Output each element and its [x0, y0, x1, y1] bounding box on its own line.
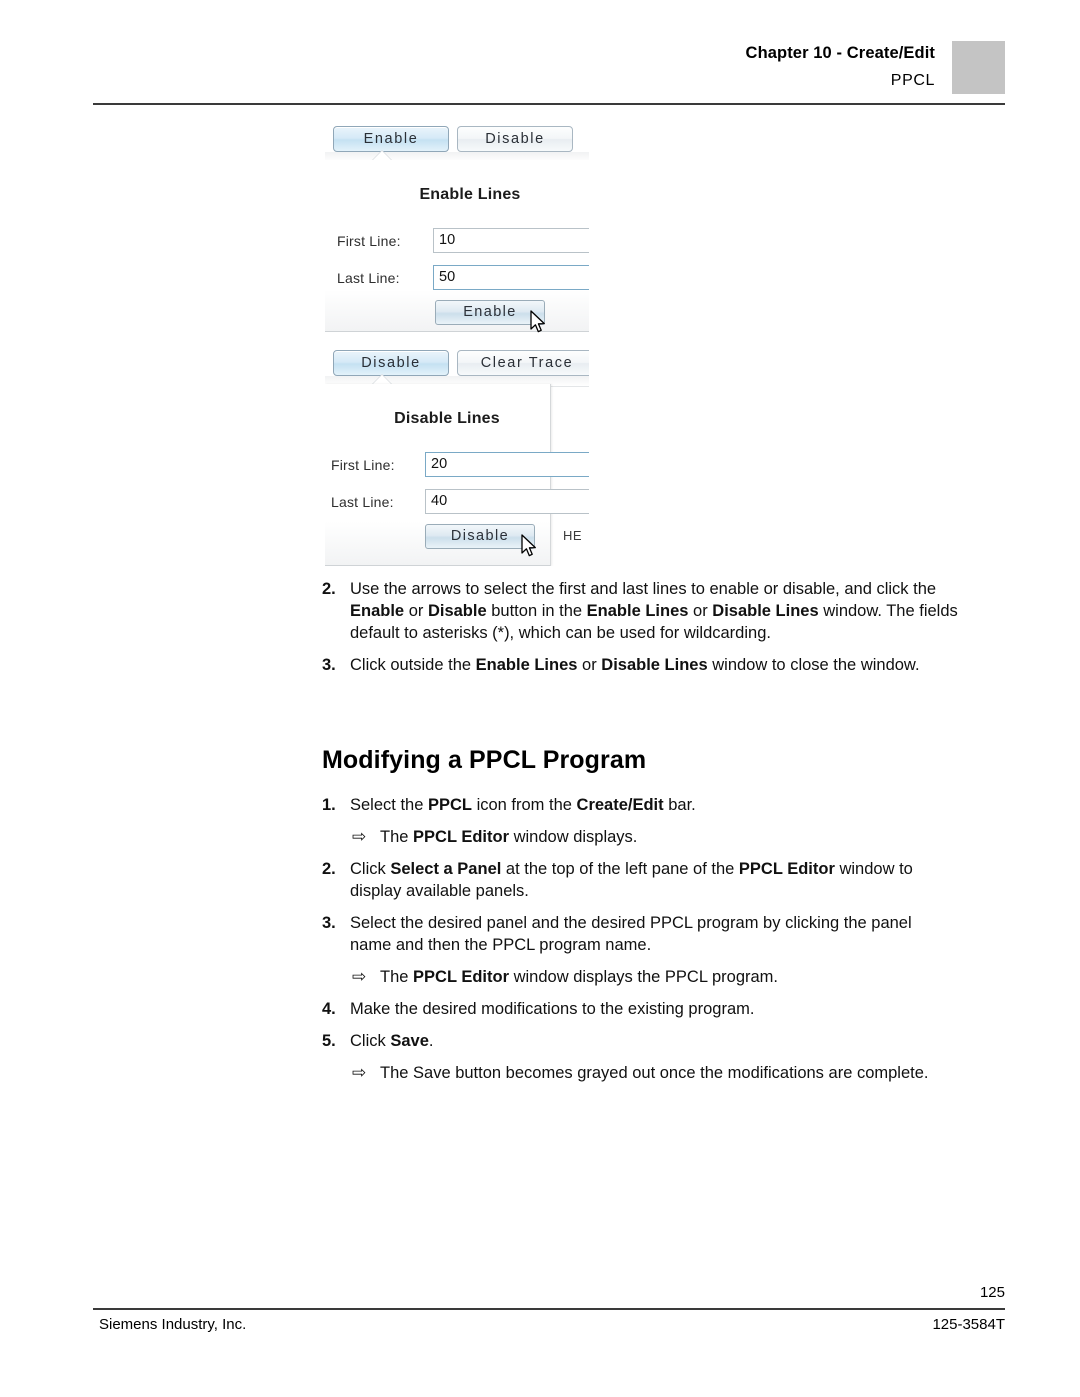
disable-lines-popup-title: Disable Lines [394, 410, 500, 427]
enable-last-line-stepper[interactable] [433, 265, 589, 290]
disable-lines-popup: Disable Lines First Line: Last Line: [325, 384, 589, 566]
enable-last-line-label: Last Line: [337, 270, 400, 286]
enable-lines-popup: Enable Lines First Line: Last Line: [325, 160, 589, 334]
enable-toolbar: Enable Disable [325, 124, 589, 163]
text-line: Enable or Disable button in the Enable L… [350, 602, 958, 620]
enable-last-line-input[interactable] [433, 265, 589, 290]
step-number: 5. [322, 1032, 336, 1050]
enable-action-button[interactable]: Enable [435, 300, 545, 325]
disable-toolbar: Disable Clear Trace [325, 348, 589, 387]
footer-divider [93, 1308, 1005, 1310]
text-line: Make the desired modifications to the ex… [350, 1000, 755, 1018]
enable-lines-screenshot-panel: Enable Disable Enable Lines First Line: … [325, 124, 589, 338]
text-line: Click outside the Enable Lines or Disabl… [350, 656, 920, 674]
text-line: The Save button becomes grayed out once … [380, 1064, 929, 1082]
text-line: default to asterisks (*), which can be u… [350, 624, 771, 642]
step-text: Use the arrows to select the first and l… [350, 578, 1005, 644]
step-text: Select the desired panel and the desired… [350, 912, 1005, 956]
enable-first-line-label: First Line: [337, 233, 401, 249]
text-line: Use the arrows to select the first and l… [350, 580, 937, 598]
step-number: 3. [322, 656, 336, 674]
note-text: The Save button becomes grayed out once … [380, 1062, 1005, 1084]
disable-last-line-stepper[interactable] [425, 489, 589, 514]
text-line: name and then the PPCL program name. [350, 936, 652, 954]
toolbar-tab-disable[interactable]: Disable [457, 126, 573, 152]
header-chapter-title: Chapter 10 - Create/Edit [745, 44, 935, 62]
footer-company: Siemens Industry, Inc. [99, 1316, 247, 1333]
enable-first-line-input[interactable] [433, 228, 589, 253]
footer-doc-number: 125-3584T [932, 1316, 1005, 1333]
step-number: 2. [322, 580, 336, 598]
step-number: 2. [322, 860, 336, 878]
note-text: The PPCL Editor window displays the PPCL… [380, 966, 1005, 988]
step-text: Select the PPCL icon from the Create/Edi… [350, 794, 1005, 816]
disable-first-line-label: First Line: [331, 457, 395, 473]
page-header: Chapter 10 - Create/Edit PPCL [93, 36, 1005, 106]
toolbar-tab-disable[interactable]: Disable [333, 350, 449, 376]
note-arrow-icon: ⇨ [352, 827, 367, 846]
mouse-cursor-icon [530, 310, 547, 334]
step-text: Click Save. [350, 1030, 1005, 1052]
text-line: The PPCL Editor window displays. [380, 828, 638, 846]
step-number: 3. [322, 914, 336, 932]
note-arrow-icon: ⇨ [352, 967, 367, 986]
disable-action-button[interactable]: Disable [425, 524, 535, 549]
step-text: Click outside the Enable Lines or Disabl… [350, 654, 1005, 676]
text-line: Click Save. [350, 1032, 434, 1050]
step-text: Make the desired modifications to the ex… [350, 998, 1005, 1020]
clipped-background-text: HE [563, 528, 583, 543]
header-section-title: PPCL [890, 72, 935, 89]
step-number: 4. [322, 1000, 336, 1018]
disable-first-line-row: First Line: [325, 452, 589, 478]
enable-lines-popup-title: Enable Lines [419, 186, 521, 203]
disable-first-line-stepper[interactable] [425, 452, 589, 477]
text-line: The PPCL Editor window displays the PPCL… [380, 968, 779, 986]
enable-first-line-stepper[interactable] [433, 228, 589, 253]
mouse-cursor-icon [521, 534, 538, 558]
toolbar-tab-enable[interactable]: Enable [333, 126, 449, 152]
text-line: Click Select a Panel at the top of the l… [350, 860, 913, 878]
enable-last-line-row: Last Line: [325, 265, 589, 291]
step-number: 1. [322, 796, 336, 814]
toolbar-tab-clear-trace[interactable]: Clear Trace [457, 350, 589, 376]
text-line: Select the desired panel and the desired… [350, 914, 912, 932]
page-number: 125 [979, 1284, 1005, 1301]
embedded-screenshot: Enable Disable Enable Lines First Line: … [325, 124, 589, 566]
header-gray-box [952, 41, 1005, 94]
disable-lines-screenshot-panel: Disable Clear Trace Disable Lines First … [325, 348, 589, 566]
disable-last-line-label: Last Line: [331, 494, 394, 510]
disable-last-line-row: Last Line: [325, 489, 589, 515]
disable-first-line-input[interactable] [425, 452, 589, 477]
note-arrow-icon: ⇨ [352, 1063, 367, 1082]
disable-last-line-input[interactable] [425, 489, 589, 514]
text-line: display available panels. [350, 882, 529, 900]
step-text: Click Select a Panel at the top of the l… [350, 858, 1005, 902]
page-title: Modifying a PPCL Program [322, 746, 647, 774]
text-line: Select the PPCL icon from the Create/Edi… [350, 796, 696, 814]
enable-first-line-row: First Line: [325, 228, 589, 254]
header-divider [93, 103, 1005, 105]
note-text: The PPCL Editor window displays. [380, 826, 1005, 848]
